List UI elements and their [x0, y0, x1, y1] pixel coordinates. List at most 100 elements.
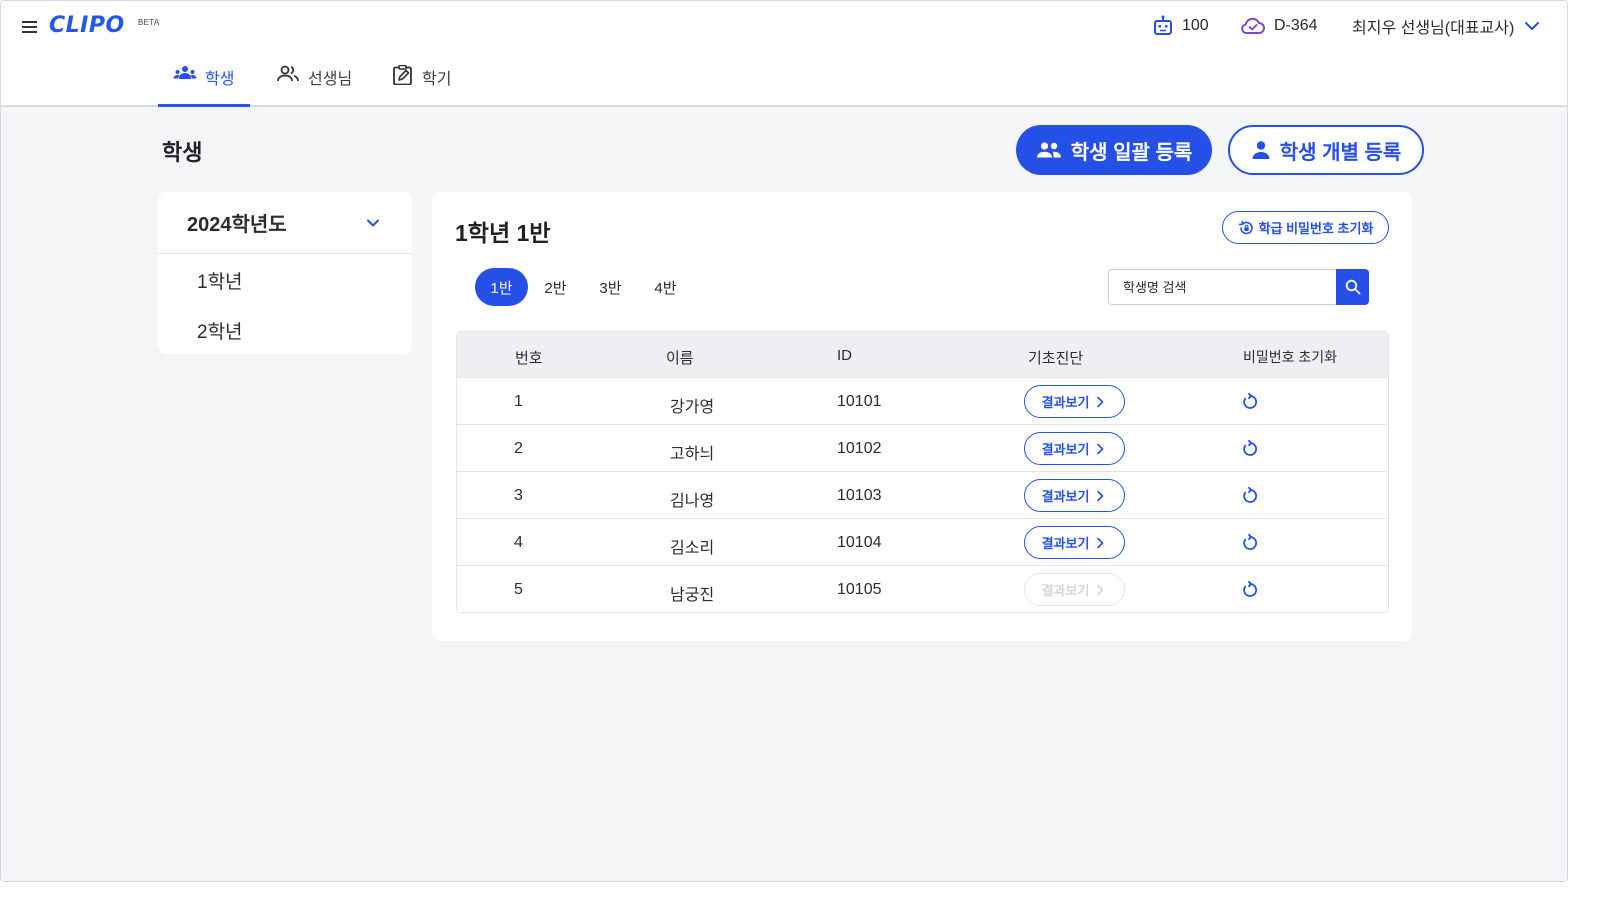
single-register-button[interactable]: 학생 개별 등록 — [1228, 125, 1424, 175]
reset-password-button[interactable] — [1240, 392, 1260, 412]
clipboard-edit-icon — [393, 65, 412, 85]
refresh-icon — [1243, 393, 1258, 409]
student-id: 10102 — [837, 440, 882, 457]
students-icon — [173, 66, 197, 79]
year-label: 2024학년도 — [187, 214, 287, 236]
hamburger-icon[interactable] — [21, 18, 39, 34]
sidebar-item-grade-2[interactable]: 2학년 — [197, 317, 243, 344]
student-name: 김나영 — [670, 493, 715, 510]
reset-class-password-label: 학급 비밀번호 초기화 — [1258, 221, 1374, 236]
chevron-down-icon — [1525, 22, 1540, 30]
chevron-right-icon — [1097, 396, 1104, 407]
top-header: CLIPO BETA 100 D-364 최지우 선생님(대표교사) 학생 선생… — [1, 1, 1567, 107]
user-menu[interactable]: 최지우 선생님(대표교사) — [1352, 15, 1540, 37]
class-tab-1[interactable]: 1반 — [475, 268, 528, 306]
column-header-name: 이름 — [666, 350, 694, 367]
reset-password-button[interactable] — [1240, 486, 1260, 506]
grade-sidebar: 2024학년도 1학년 2학년 — [158, 192, 412, 354]
student-id: 10103 — [837, 487, 882, 504]
tab-semester-label: 학기 — [422, 71, 452, 88]
reset-password-button[interactable] — [1240, 533, 1260, 553]
view-result-label: 결과보기 — [1041, 489, 1090, 504]
reset-password-button[interactable] — [1240, 439, 1260, 459]
table-row: 3 김나영 10103 결과보기 — [457, 472, 1388, 519]
view-result-button[interactable]: 결과보기 — [1024, 526, 1125, 559]
beta-badge: BETA — [138, 18, 160, 27]
table-row: 5 남궁진 10105 결과보기 — [457, 566, 1388, 612]
view-result-label: 결과보기 — [1041, 442, 1090, 457]
tab-students[interactable]: 학생 — [158, 65, 250, 107]
student-id: 10105 — [837, 581, 882, 598]
lock-reset-icon — [1238, 220, 1253, 234]
logo-text: CLIPO — [49, 13, 125, 38]
student-number: 2 — [514, 440, 523, 457]
view-result-button[interactable]: 결과보기 — [1024, 432, 1125, 465]
search-button[interactable] — [1336, 269, 1369, 305]
student-name: 남궁진 — [670, 587, 715, 604]
cloud-icon — [1241, 17, 1265, 34]
chevron-down-icon — [367, 219, 379, 226]
tab-semester[interactable]: 학기 — [392, 65, 451, 107]
tab-students-label: 학생 — [205, 71, 235, 88]
view-result-button[interactable]: 결과보기 — [1024, 385, 1125, 418]
chevron-right-icon — [1097, 537, 1104, 548]
refresh-icon — [1243, 534, 1258, 550]
student-number: 4 — [514, 534, 523, 551]
tab-teachers[interactable]: 선생님 — [276, 65, 352, 107]
dday-text: D-364 — [1274, 17, 1318, 34]
class-tab-3[interactable]: 3반 — [590, 268, 631, 306]
reset-password-button[interactable] — [1240, 580, 1260, 600]
search-icon — [1345, 279, 1360, 295]
student-name: 강가영 — [670, 399, 715, 416]
table-header: 번호 이름 ID 기초진단 비밀번호 초기화 — [457, 332, 1388, 378]
view-result-button[interactable]: 결과보기 — [1024, 573, 1125, 606]
robot-icon — [1154, 15, 1172, 35]
column-header-id: ID — [837, 347, 852, 364]
refresh-icon — [1243, 487, 1258, 503]
table-row: 4 김소리 10104 결과보기 — [457, 519, 1388, 566]
student-number: 5 — [514, 581, 523, 598]
app-window: CLIPO BETA 100 D-364 최지우 선생님(대표교사) 학생 선생… — [0, 0, 1568, 882]
student-number: 3 — [514, 487, 523, 504]
single-register-label: 학생 개별 등록 — [1279, 141, 1402, 164]
student-search — [1108, 269, 1369, 305]
chevron-right-icon — [1097, 584, 1104, 595]
table-row: 2 고하늬 10102 결과보기 — [457, 425, 1388, 472]
student-name: 김소리 — [670, 540, 715, 557]
chevron-right-icon — [1097, 490, 1104, 501]
teachers-icon — [277, 65, 299, 82]
column-header-diagnosis: 기초진단 — [1028, 350, 1084, 367]
bulk-register-label: 학생 일괄 등록 — [1070, 141, 1193, 164]
student-name: 고하늬 — [670, 446, 715, 463]
view-result-label: 결과보기 — [1041, 395, 1090, 410]
refresh-icon — [1243, 440, 1258, 456]
class-title: 1학년 1반 — [455, 220, 551, 246]
group-icon — [1036, 142, 1061, 158]
refresh-icon — [1243, 581, 1258, 597]
student-id: 10104 — [837, 534, 882, 551]
sidebar-item-grade-1[interactable]: 1학년 — [197, 267, 243, 294]
student-id: 10101 — [837, 393, 882, 410]
tab-teachers-label: 선생님 — [308, 71, 353, 88]
year-select[interactable]: 2024학년도 — [158, 192, 412, 254]
class-tab-4[interactable]: 4반 — [645, 268, 686, 306]
bulk-register-button[interactable]: 학생 일괄 등록 — [1016, 125, 1212, 175]
class-tab-2[interactable]: 2반 — [535, 268, 576, 306]
credits-count: 100 — [1182, 17, 1209, 34]
search-input[interactable] — [1108, 269, 1336, 305]
column-header-number: 번호 — [515, 350, 543, 367]
page-title: 학생 — [162, 140, 203, 165]
user-name: 최지우 선생님(대표교사) — [1352, 20, 1515, 37]
view-result-label: 결과보기 — [1041, 583, 1090, 598]
table-row: 1 강가영 10101 결과보기 — [457, 378, 1388, 425]
view-result-button[interactable]: 결과보기 — [1024, 479, 1125, 512]
ai-credits: 100 — [1152, 15, 1209, 37]
app-logo[interactable]: CLIPO BETA — [49, 13, 159, 38]
view-result-label: 결과보기 — [1041, 536, 1090, 551]
dday-counter: D-364 — [1240, 15, 1318, 37]
reset-class-password-button[interactable]: 학급 비밀번호 초기화 — [1222, 211, 1389, 244]
student-table: 번호 이름 ID 기초진단 비밀번호 초기화 1 강가영 10101 결과보기 2 고하늬… — [456, 331, 1389, 613]
person-icon — [1252, 141, 1270, 159]
chevron-right-icon — [1097, 443, 1104, 454]
column-header-password-reset: 비밀번호 초기화 — [1243, 349, 1338, 365]
